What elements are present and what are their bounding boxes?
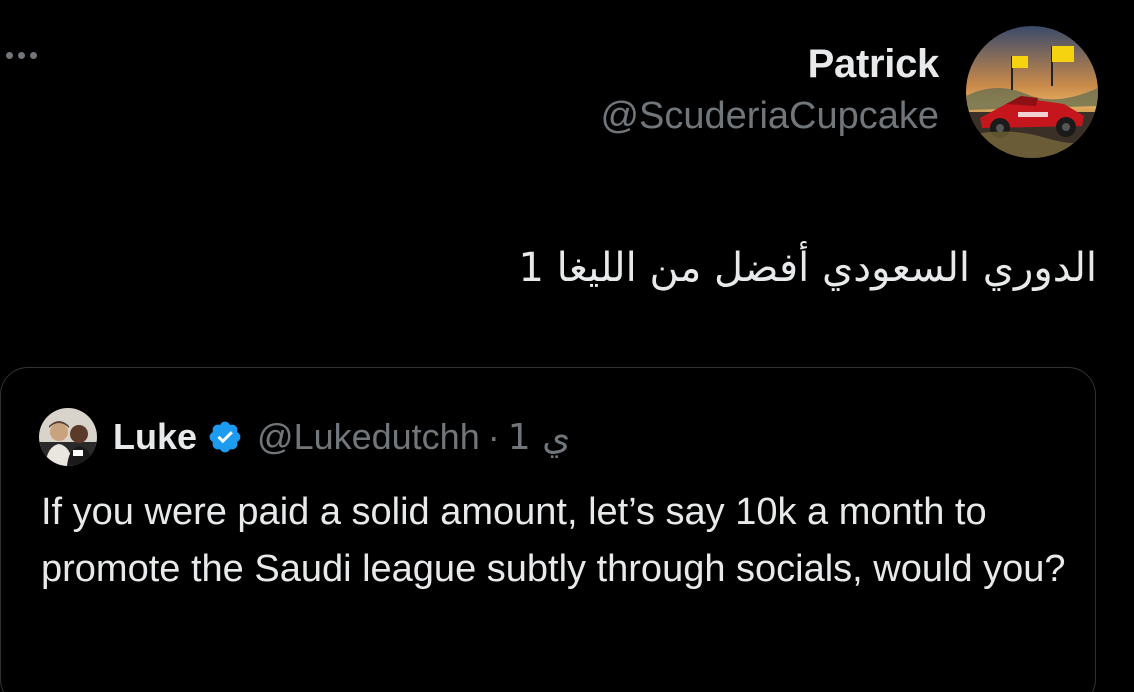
- more-options-icon[interactable]: [6, 52, 37, 59]
- ferrari-car-avatar-icon: [966, 26, 1098, 158]
- tweet-text: الدوري السعودي أفضل من الليغا 1: [518, 245, 1097, 291]
- dot: [18, 52, 25, 59]
- author-handle[interactable]: @ScuderiaCupcake: [600, 92, 939, 140]
- quoted-timestamp[interactable]: 1 ي: [508, 417, 571, 458]
- two-people-photo-avatar-icon: [39, 408, 97, 466]
- dot: [6, 52, 13, 59]
- quoted-tweet-header: Luke @Lukedutchh · 1 ي: [39, 408, 570, 466]
- separator-dot: ·: [487, 416, 500, 457]
- quoted-tweet-text: If you were paid a solid amount, let’s s…: [41, 491, 1066, 590]
- quoted-author-handle[interactable]: @Lukedutchh: [257, 416, 480, 458]
- author-avatar[interactable]: [966, 26, 1098, 158]
- tweet-author[interactable]: Patrick @ScuderiaCupcake: [600, 40, 939, 140]
- quoted-author-display-name[interactable]: Luke: [113, 416, 197, 458]
- verified-badge-icon: [209, 421, 241, 453]
- author-display-name[interactable]: Patrick: [600, 40, 940, 88]
- dot: [30, 52, 37, 59]
- tweet-page: Patrick @ScuderiaCupcake الدوري السعودي …: [0, 0, 1134, 692]
- quoted-author-avatar[interactable]: [39, 408, 97, 466]
- quoted-tweet-card[interactable]: Luke @Lukedutchh · 1 ي If you were paid …: [0, 367, 1096, 692]
